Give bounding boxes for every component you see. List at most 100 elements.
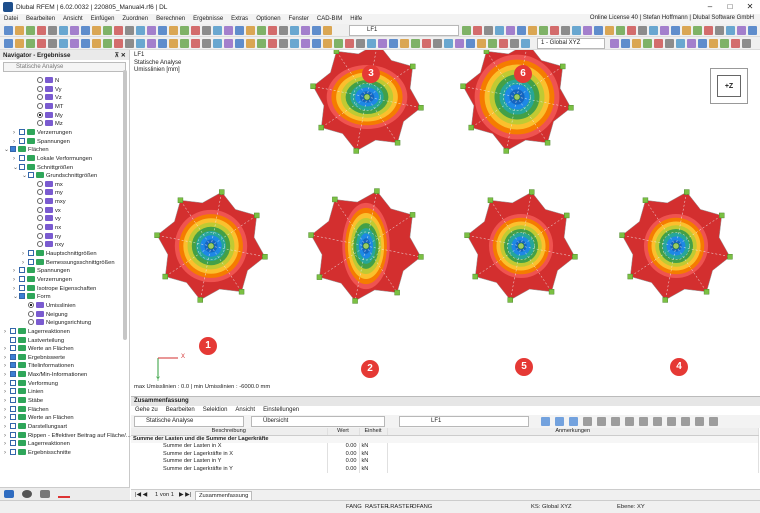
support-node[interactable] <box>219 189 225 195</box>
support-node[interactable] <box>684 189 690 195</box>
toolbar-button-icon[interactable] <box>610 39 619 48</box>
pager-next-icon[interactable]: ▶ ▶| <box>179 492 191 498</box>
checkbox[interactable] <box>10 345 16 352</box>
pin-icon[interactable]: ⊼ ✕ <box>115 52 126 59</box>
table-row[interactable]: Summe der Lasten in Y 0.00 kN <box>131 458 759 466</box>
toolbar-button-icon[interactable] <box>81 26 90 35</box>
toolbar-button-icon[interactable] <box>191 26 200 35</box>
summary-toolbar-icon[interactable] <box>541 417 550 426</box>
nav-tree-item[interactable]: vx <box>31 206 61 216</box>
coord-system-select[interactable]: 1 - Global XYZ <box>537 38 605 49</box>
nav-tree-item[interactable]: ny <box>31 232 61 242</box>
menu-item[interactable]: Fenster <box>285 16 313 22</box>
support-node[interactable] <box>719 212 725 219</box>
toolbar-button-icon[interactable] <box>279 26 288 35</box>
toolbar-button-icon[interactable] <box>477 39 486 48</box>
menu-item[interactable]: Einfügen <box>87 16 119 22</box>
menu-item[interactable]: Bearbeiten <box>22 16 59 22</box>
nav-tree-item[interactable]: › Stäbe <box>4 397 43 406</box>
graphics-view[interactable] <box>131 50 760 396</box>
support-node[interactable] <box>568 105 574 111</box>
support-node[interactable] <box>418 254 424 260</box>
summary-toolbar-icon[interactable] <box>583 417 592 426</box>
support-node[interactable] <box>418 105 424 111</box>
tab-data-icon[interactable] <box>4 490 14 498</box>
support-node[interactable] <box>162 273 168 280</box>
summary-loadcase-select[interactable]: LF1 <box>399 416 529 427</box>
nav-tree-item[interactable]: › Bemessungsschnittgrößen <box>22 258 115 268</box>
toolbar-button-icon[interactable] <box>455 39 464 48</box>
nav-tree-item[interactable]: nxy <box>31 241 64 250</box>
toolbar-button-icon[interactable] <box>158 26 167 35</box>
support-node[interactable] <box>548 289 555 295</box>
support-node[interactable] <box>464 232 470 238</box>
toolbar-button-icon[interactable] <box>521 39 530 48</box>
toolbar-button-icon[interactable] <box>748 26 757 35</box>
toolbar-button-icon[interactable] <box>726 26 735 35</box>
support-node[interactable] <box>197 297 203 303</box>
table-row[interactable]: Summe der Lagerkräfte in Y 0.00 kN <box>131 465 759 473</box>
view-cube-face[interactable]: +Z <box>717 75 741 97</box>
toolbar-button-icon[interactable] <box>605 26 614 35</box>
checkbox[interactable] <box>10 423 16 429</box>
nav-tree-item[interactable]: › Ergebnisschnitte <box>4 448 71 458</box>
nav-tree-item[interactable]: › Darstellungsart <box>4 423 67 432</box>
support-node[interactable] <box>544 140 551 146</box>
nav-tree-item[interactable]: › Verformung <box>4 379 58 389</box>
loadcase-select[interactable]: LF1 <box>349 25 459 36</box>
toolbar-button-icon[interactable] <box>224 26 233 35</box>
menu-item[interactable]: Berechnen <box>152 16 189 22</box>
toolbar-button-icon[interactable] <box>422 39 431 48</box>
tab-results-icon[interactable] <box>58 490 70 498</box>
support-node[interactable] <box>619 232 625 238</box>
nav-tree-item[interactable]: › Lagerreaktionen <box>4 440 70 449</box>
toolbar-button-icon[interactable] <box>715 26 724 35</box>
toolbar-button-icon[interactable] <box>147 39 156 48</box>
support-node[interactable] <box>483 50 490 54</box>
support-node[interactable] <box>374 188 380 194</box>
menu-item[interactable]: Zuordnen <box>118 16 152 22</box>
nav-tree-item[interactable]: ⌄ Schnittgrößen <box>13 163 73 173</box>
maximize-icon[interactable]: □ <box>720 0 740 14</box>
checkbox[interactable] <box>19 128 25 135</box>
support-node[interactable] <box>564 212 570 219</box>
checkbox[interactable] <box>10 146 16 153</box>
toolbar-button-icon[interactable] <box>125 39 134 48</box>
toolbar-button-icon[interactable] <box>550 26 559 35</box>
toolbar-button-icon[interactable] <box>638 26 647 35</box>
checkbox[interactable] <box>28 250 34 256</box>
checkbox[interactable] <box>10 336 16 343</box>
nav-tree-item[interactable]: ⌄ Form <box>13 293 51 302</box>
table-row[interactable]: Summe der Lagerkräfte in X 0.00 kN <box>131 450 759 458</box>
support-node[interactable] <box>308 232 314 238</box>
toolbar-button-icon[interactable] <box>15 39 24 48</box>
toolbar-button-icon[interactable] <box>433 39 442 48</box>
nav-tree-item[interactable]: › Ergebniswerte <box>4 353 65 363</box>
close-icon[interactable]: ✕ <box>740 0 760 14</box>
toolbar-button-icon[interactable] <box>114 26 123 35</box>
checkbox[interactable] <box>10 448 16 455</box>
support-node[interactable] <box>487 197 494 203</box>
radio-button[interactable] <box>37 94 43 101</box>
nav-tree-item[interactable]: Lastverteilung <box>4 336 64 346</box>
summary-toolbar-icon[interactable] <box>667 417 676 426</box>
support-node[interactable] <box>177 197 184 203</box>
toolbar-button-icon[interactable] <box>257 26 266 35</box>
nav-tree-item[interactable]: › Spannungen <box>13 137 70 147</box>
toolbar-button-icon[interactable] <box>136 39 145 48</box>
summary-menu-item[interactable]: Bearbeiten <box>162 406 199 415</box>
toolbar-button-icon[interactable] <box>125 26 134 35</box>
table-group-row[interactable]: Summe der Lasten und die Summe der Lager… <box>131 435 759 443</box>
toolbar-button-icon[interactable] <box>687 39 696 48</box>
support-node[interactable] <box>353 148 359 154</box>
nav-tree-item[interactable]: Umisslinien <box>22 301 76 311</box>
radio-button[interactable] <box>37 232 43 239</box>
radio-button[interactable] <box>37 206 43 213</box>
checkbox[interactable] <box>19 267 25 274</box>
toolbar-button-icon[interactable] <box>213 26 222 35</box>
toolbar-button-icon[interactable] <box>92 26 101 35</box>
checkbox[interactable] <box>10 379 16 386</box>
toolbar-button-icon[interactable] <box>654 39 663 48</box>
nav-tree-item[interactable]: Mz <box>31 120 63 129</box>
summary-menu-item[interactable]: Selektion <box>199 406 232 415</box>
